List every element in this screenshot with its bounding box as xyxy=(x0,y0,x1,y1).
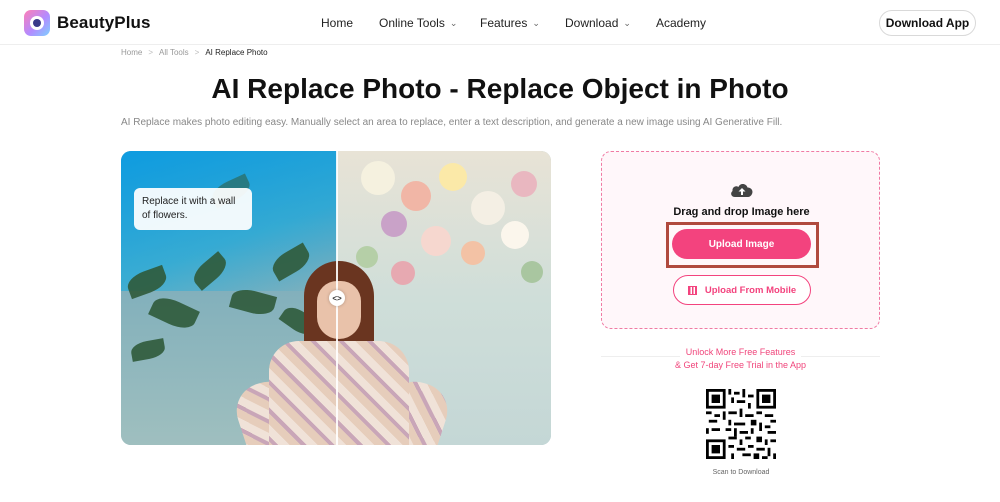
breadcrumb-home[interactable]: Home xyxy=(121,48,142,57)
promo-line-1: Unlock More Free Features xyxy=(679,346,802,359)
breadcrumb-all-tools[interactable]: All Tools xyxy=(159,48,189,57)
scan-to-download-label: Scan to Download xyxy=(712,469,770,476)
before-after-preview: <> Replace it with a wall of flowers. xyxy=(121,151,551,445)
compare-handle-icon[interactable]: <> xyxy=(329,290,345,306)
nav-home[interactable]: Home xyxy=(321,16,353,30)
prompt-bubble: Replace it with a wall of flowers. xyxy=(134,188,252,230)
prompt-line: of flowers. xyxy=(142,210,188,221)
page-subtitle: AI Replace makes photo editing easy. Man… xyxy=(121,117,783,128)
upload-from-mobile-label: Upload From Mobile xyxy=(704,284,797,296)
promo-text: Unlock More Free Features & Get 7-day Fr… xyxy=(601,346,880,372)
flower-shape xyxy=(521,261,543,283)
breadcrumb-separator-icon: > xyxy=(194,48,200,57)
chevron-down-icon: ⌄ xyxy=(532,18,540,28)
flower-shape xyxy=(439,163,467,191)
flower-shape xyxy=(356,246,378,268)
flower-shape xyxy=(361,161,395,195)
chevron-down-icon: ⌄ xyxy=(449,18,458,28)
prompt-line: Replace it with a wall xyxy=(142,196,236,207)
breadcrumb: Home > All Tools > AI Replace Photo xyxy=(121,48,268,57)
nav-online-tools[interactable]: Online Tools ⌄ xyxy=(379,16,457,30)
nav-download[interactable]: Download ⌄ xyxy=(565,16,631,30)
qr-code-icon xyxy=(687,285,697,295)
upload-cloud-icon xyxy=(731,184,753,197)
drag-drop-label: Drag and drop Image here xyxy=(673,206,810,218)
beautyplus-logo-icon[interactable] xyxy=(24,10,50,36)
download-app-button[interactable]: Download App xyxy=(879,10,976,36)
flower-shape xyxy=(501,221,529,249)
flower-shape xyxy=(421,226,451,256)
upload-from-mobile-button[interactable]: Upload From Mobile xyxy=(673,275,811,305)
brand-name[interactable]: BeautyPlus xyxy=(57,13,151,33)
flower-shape xyxy=(391,261,415,285)
upload-image-button[interactable]: Upload Image xyxy=(672,229,811,259)
download-qr-code[interactable] xyxy=(706,389,776,459)
page-title: AI Replace Photo - Replace Object in Pho… xyxy=(211,73,789,104)
flower-shape xyxy=(401,181,431,211)
flower-shape xyxy=(381,211,407,237)
upload-dropzone[interactable]: Drag and drop Image here Upload Image Up… xyxy=(601,151,880,329)
top-nav-bar: BeautyPlus Home Online Tools ⌄ Features ⌄ … xyxy=(0,0,1000,45)
breadcrumb-current: AI Replace Photo xyxy=(205,48,268,57)
flower-shape xyxy=(461,241,485,265)
nav-academy[interactable]: Academy xyxy=(656,16,706,30)
chevron-down-icon: ⌄ xyxy=(623,18,631,28)
person-shirt xyxy=(269,341,409,445)
nav-features[interactable]: Features ⌄ xyxy=(480,16,540,30)
flower-shape xyxy=(471,191,505,225)
promo-line-2: & Get 7-day Free Trial in the App xyxy=(668,359,813,372)
breadcrumb-separator-icon: > xyxy=(148,48,154,57)
flower-shape xyxy=(511,171,537,197)
